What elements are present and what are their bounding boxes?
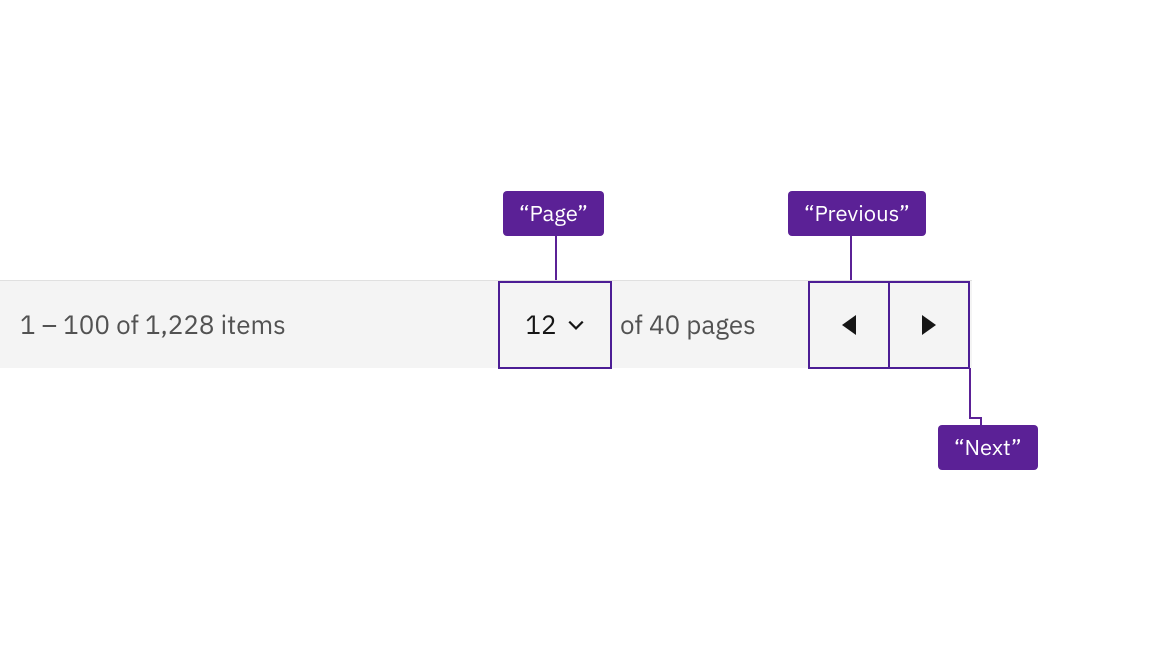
previous-page-button[interactable] (808, 281, 890, 369)
items-summary: 1 – 100 of 1,228 items (0, 308, 286, 342)
annotation-next-label: “Next” (954, 433, 1022, 462)
annotation-next: “Next” (938, 425, 1038, 470)
pages-of-label: of 40 pages (620, 281, 756, 369)
annotation-page-label: “Page” (519, 199, 588, 228)
page-select-value: 12 (525, 308, 556, 342)
page-select[interactable]: 12 (498, 281, 612, 369)
annotation-connector (850, 234, 852, 280)
chevron-down-icon (567, 316, 585, 334)
annotation-connector (555, 234, 557, 280)
annotation-connector (969, 368, 971, 418)
pagination-bar: 1 – 100 of 1,228 items 12 of 40 pages (0, 280, 972, 368)
next-page-button[interactable] (888, 281, 970, 369)
annotation-previous: “Previous” (788, 191, 926, 236)
annotation-page: “Page” (503, 191, 604, 236)
annotation-previous-label: “Previous” (804, 199, 910, 228)
caret-left-icon (842, 315, 856, 335)
pagination-nav (808, 281, 970, 369)
caret-right-icon (922, 315, 936, 335)
